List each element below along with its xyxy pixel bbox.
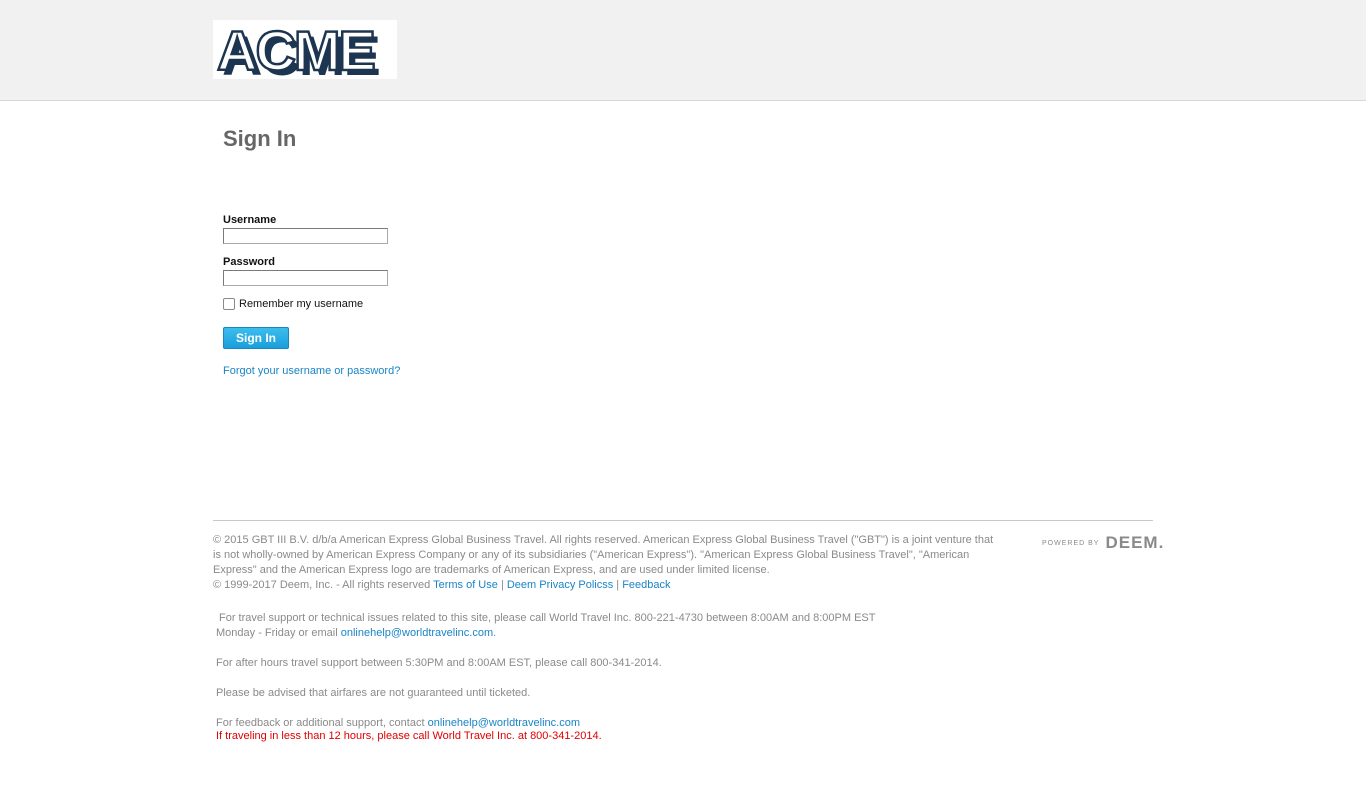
feedback-contact: For feedback or additional support, cont… [216,716,580,731]
username-label: Username [223,214,277,226]
feedback-contact-text: For feedback or additional support, cont… [216,717,425,729]
feedback-link[interactable]: Feedback [622,579,670,591]
copyright-text: © 1999-2017 Deem, Inc. - All rights rese… [213,579,431,591]
page-title: Sign In [223,126,297,151]
link-separator: | [616,579,620,591]
acme-logo[interactable]: ACME ACME [213,20,397,79]
support-email-row: Monday - Friday or email onlinehelp@worl… [216,626,875,641]
logo-text: ACME [217,20,375,79]
legal-notice: © 2015 GBT III B.V. d/b/a American Expre… [213,533,1003,593]
header-bar: ACME ACME [0,0,1366,101]
feedback-email-link[interactable]: onlinehelp@worldtravelinc.com [428,717,580,729]
after-hours-notice: For after hours travel support between 5… [216,657,662,669]
sign-in-button[interactable]: Sign In [223,327,289,349]
remember-checkbox[interactable] [223,298,235,310]
terms-of-use-link[interactable]: Terms of Use [433,579,498,591]
support-email-link[interactable]: onlinehelp@worldtravelinc.com [341,627,493,639]
airfare-notice: Please be advised that airfares are not … [216,687,531,699]
password-label: Password [223,256,275,268]
link-separator: | [500,579,504,591]
forgot-credentials-link[interactable]: Forgot your username or password? [223,365,400,377]
copyright-row: © 1999-2017 Deem, Inc. - All rights rese… [213,578,1003,593]
username-input[interactable] [223,228,388,244]
support-line: For travel support or technical issues r… [219,612,876,624]
remember-label[interactable]: Remember my username [239,298,363,310]
support-period: . [493,627,497,639]
deem-logo: DEEM. [1105,533,1165,552]
privacy-policy-link[interactable]: Deem Privacy Policss [507,579,613,591]
powered-by-deem: POWERED BY DEEM. [1042,533,1164,553]
support-days: Monday - Friday or email [216,627,338,639]
powered-by-label: POWERED BY [1042,539,1100,547]
legal-text: © 2015 GBT III B.V. d/b/a American Expre… [213,534,994,576]
password-input[interactable] [223,270,388,286]
footer-divider [213,520,1153,521]
urgent-travel-warning: If traveling in less than 12 hours, plea… [216,730,602,742]
support-hours: For travel support or technical issues r… [216,611,875,641]
remember-row: Remember my username [223,298,363,310]
